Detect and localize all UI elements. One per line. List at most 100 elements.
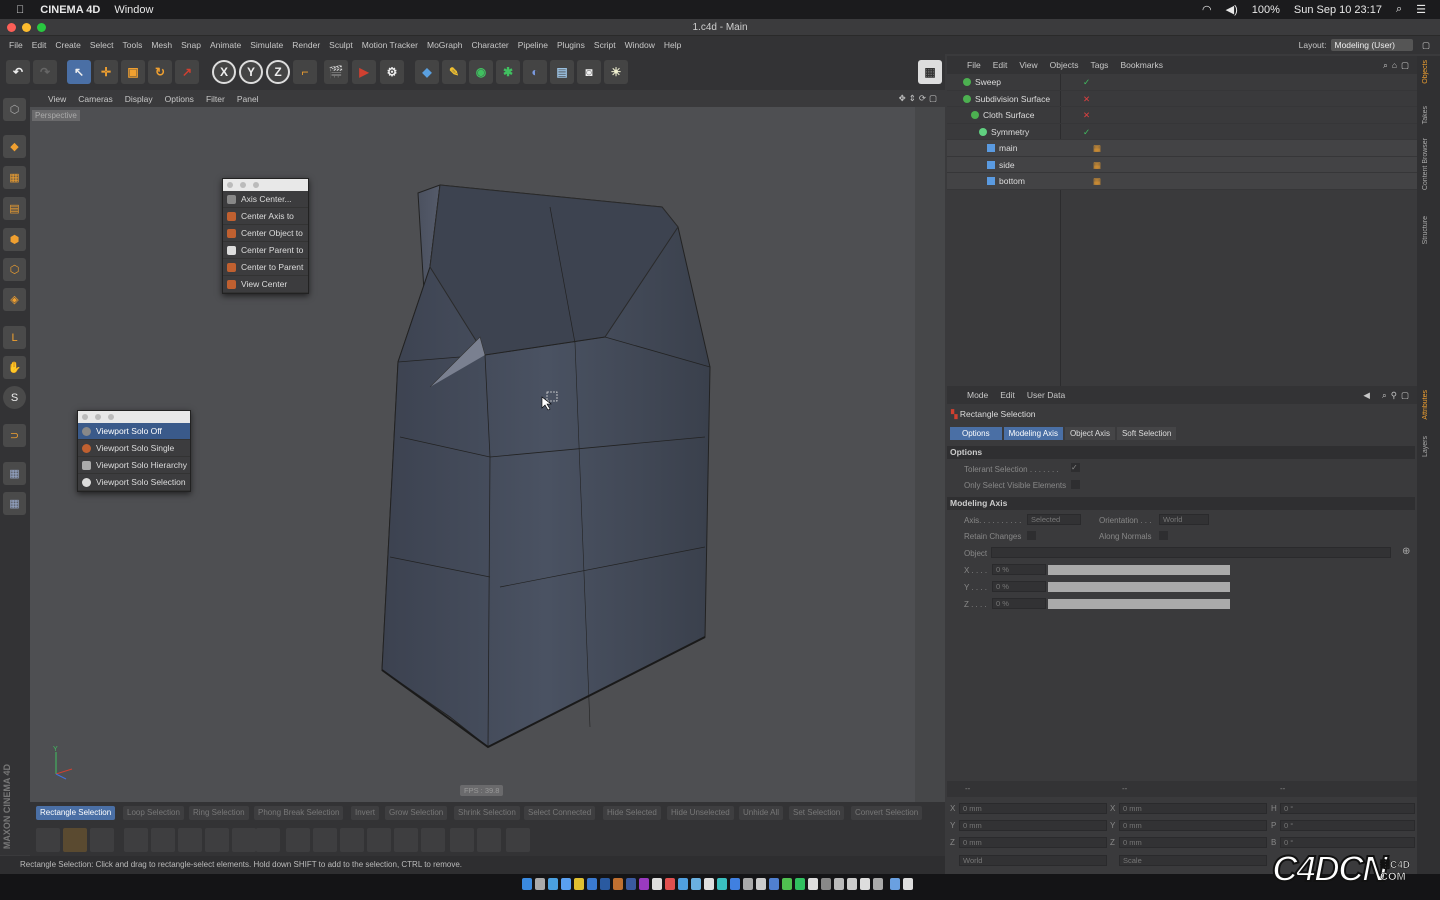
pos-y-field[interactable]: 0 mm xyxy=(959,820,1107,831)
close-window-button[interactable] xyxy=(7,23,16,32)
hide-selected-button[interactable]: Hide Selected xyxy=(603,806,661,820)
rot-h-field[interactable]: 0 ° xyxy=(1280,803,1415,814)
tab-soft-selection[interactable]: Soft Selection xyxy=(1116,427,1177,440)
menu-mesh[interactable]: Mesh xyxy=(151,40,172,50)
extrude-icon[interactable] xyxy=(90,828,114,852)
selection-tag-icon[interactable]: ▦ xyxy=(1093,173,1101,190)
axis-center-item[interactable]: Axis Center... xyxy=(223,191,308,208)
make-editable-icon[interactable]: ⬡ xyxy=(3,98,26,121)
app-dock-icon-15[interactable] xyxy=(821,878,831,890)
attributes-menu-user-data[interactable]: User Data xyxy=(1027,390,1065,400)
grid-soft-icon[interactable]: ▦ xyxy=(3,492,26,515)
menu-motion-tracker[interactable]: Motion Tracker xyxy=(362,40,418,50)
rotate-tool-icon[interactable]: ↻ xyxy=(148,60,172,84)
viewport-pan-icon[interactable]: ✥ xyxy=(899,93,906,104)
set-selection-button[interactable]: Set Selection xyxy=(789,806,845,820)
grid-array-icon[interactable] xyxy=(477,828,501,852)
objects-menu-file[interactable]: File xyxy=(967,60,981,70)
layout-lock-icon[interactable]: ▢ xyxy=(1422,40,1430,51)
move-tool-icon[interactable]: ✛ xyxy=(94,60,118,84)
deformer-icon[interactable]: ◐ xyxy=(523,60,547,84)
objects-home-icon[interactable]: ⌂ xyxy=(1392,60,1397,70)
objects-expand-icon[interactable]: ▢ xyxy=(1401,60,1409,71)
magnet-tool-icon[interactable] xyxy=(394,828,418,852)
set-point-value-icon[interactable] xyxy=(450,828,474,852)
app-dock-icon-12[interactable] xyxy=(782,878,792,890)
loop-cut-icon[interactable] xyxy=(232,828,256,852)
disabled-x-icon[interactable]: ✕ xyxy=(1083,91,1090,108)
grid-lock-icon[interactable]: ▦ xyxy=(3,462,26,485)
objects-menu-bookmarks[interactable]: Bookmarks xyxy=(1120,60,1163,70)
app-dock-icon-1[interactable] xyxy=(639,878,649,890)
mirror-icon[interactable] xyxy=(421,828,445,852)
downloads-folder-icon[interactable] xyxy=(890,878,900,890)
menu-file[interactable]: File xyxy=(9,40,23,50)
viewport-menu-view[interactable]: View xyxy=(48,94,66,104)
light-icon[interactable]: ☀ xyxy=(604,60,628,84)
only-visible-checkbox[interactable] xyxy=(1071,480,1080,489)
polygons-mode-icon[interactable]: ◈ xyxy=(3,288,26,311)
menu-tools[interactable]: Tools xyxy=(123,40,143,50)
polygon-pen-icon[interactable] xyxy=(36,828,60,852)
app-dock-icon-7[interactable] xyxy=(717,878,727,890)
iron-icon[interactable] xyxy=(367,828,391,852)
menu-select[interactable]: Select xyxy=(90,40,114,50)
app-dock-icon-9[interactable] xyxy=(743,878,753,890)
mail-icon[interactable] xyxy=(561,878,571,890)
visibility-check-icon[interactable]: ✓ xyxy=(1083,74,1090,91)
tab-options[interactable]: Options xyxy=(950,427,1002,440)
render-settings-icon[interactable]: ⚙ xyxy=(380,60,404,84)
weld-icon[interactable] xyxy=(286,828,310,852)
viewport-menu-cameras[interactable]: Cameras xyxy=(78,94,112,104)
size-y-field[interactable]: 0 mm xyxy=(1119,820,1267,831)
window-menu[interactable]: Window xyxy=(114,4,153,16)
view-center-item[interactable]: View Center xyxy=(223,276,308,293)
object-row-bottom[interactable]: bottom ▦ xyxy=(947,173,1417,190)
objects-menu-tags[interactable]: Tags xyxy=(1090,60,1108,70)
object-row-sweep[interactable]: Sweep ✓ xyxy=(947,74,1417,91)
polygon-group-icon[interactable] xyxy=(506,828,530,852)
cloner-icon[interactable]: ✱ xyxy=(496,60,520,84)
cinema4d-dock-icon[interactable] xyxy=(626,878,636,890)
x-axis-lock-icon[interactable]: X xyxy=(212,60,236,84)
selection-tag-icon[interactable]: ▦ xyxy=(1093,157,1101,174)
app-dock-icon-16[interactable] xyxy=(834,878,844,890)
chrome-icon[interactable] xyxy=(574,878,584,890)
along-normals-checkbox[interactable] xyxy=(1159,531,1168,540)
rot-b-field[interactable]: 0 ° xyxy=(1280,837,1415,848)
axis-dropdown[interactable]: Selected xyxy=(1027,514,1081,525)
battery-status[interactable]: 100% xyxy=(1252,4,1280,16)
pen-spline-icon[interactable]: ✎ xyxy=(442,60,466,84)
viewport-perspective[interactable]: Perspective Y FPS: 39.8 Axis Center... … xyxy=(30,107,915,802)
notification-icon[interactable]: ☰ xyxy=(1416,3,1426,16)
bevel-icon[interactable] xyxy=(151,828,175,852)
x-value-field[interactable]: 0 % xyxy=(992,564,1046,575)
side-tab-objects[interactable]: Objects xyxy=(1422,60,1429,84)
workplane-mode-icon[interactable]: ▤ xyxy=(3,197,26,220)
undo-icon[interactable]: ↶ xyxy=(6,60,30,84)
render-picture-viewer-icon[interactable]: ▶ xyxy=(352,60,376,84)
pos-x-field[interactable]: 0 mm xyxy=(959,803,1107,814)
side-tab-layers[interactable]: Layers xyxy=(1422,436,1429,457)
objects-menu-edit[interactable]: Edit xyxy=(993,60,1008,70)
safari-icon[interactable] xyxy=(548,878,558,890)
solo-off-item[interactable]: Viewport Solo Off xyxy=(78,423,190,440)
app-dock-icon-2[interactable] xyxy=(652,878,662,890)
solo-selection-item[interactable]: Viewport Solo Selection xyxy=(78,474,190,491)
viewport-menu-display[interactable]: Display xyxy=(125,94,153,104)
coord-system-dropdown[interactable]: World xyxy=(959,855,1107,866)
app-dock-icon-10[interactable] xyxy=(756,878,766,890)
qq-icon[interactable] xyxy=(587,878,597,890)
line-cut-icon[interactable] xyxy=(256,828,280,852)
attributes-expand-icon[interactable]: ▢ xyxy=(1401,390,1409,401)
menu-character[interactable]: Character xyxy=(471,40,508,50)
attributes-menu-mode[interactable]: Mode xyxy=(967,390,988,400)
illustrator-icon[interactable] xyxy=(613,878,623,890)
trash-icon[interactable] xyxy=(903,878,913,890)
invert-button[interactable]: Invert xyxy=(351,806,380,820)
center-axis-to-item[interactable]: Center Axis to xyxy=(223,208,308,225)
size-x-field[interactable]: 0 mm xyxy=(1119,803,1267,814)
scale-tool-icon[interactable]: ▣ xyxy=(121,60,145,84)
x-slider[interactable] xyxy=(1048,565,1230,575)
menu-mograph[interactable]: MoGraph xyxy=(427,40,462,50)
